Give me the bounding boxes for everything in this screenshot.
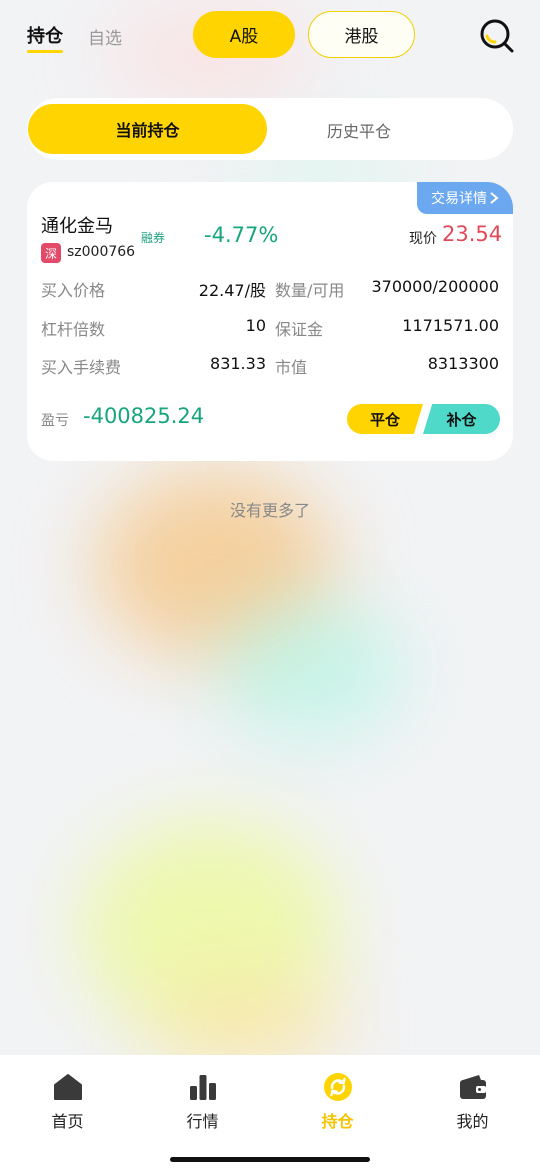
market-value-label: 市值 [275,358,308,377]
buy-price-label: 买入价格 [41,281,106,300]
tab-holdings[interactable]: 持仓 [27,22,63,53]
home-icon [53,1074,82,1100]
home-indicator [170,1157,370,1162]
stock-code: sz000766 [67,244,136,260]
buy-price-value: 22.47/股 [198,281,266,300]
market-a-share-button[interactable]: A股 [193,11,295,58]
pnl-label: 盈亏 [41,413,69,429]
wallet-icon [459,1075,486,1099]
close-position-button[interactable]: 平仓 [347,404,423,434]
segment-history-closed[interactable]: 历史平仓 [327,118,391,142]
bottom-nav: 首页 行情 持仓 我的 [0,1055,540,1170]
leverage-label: 杠杆倍数 [41,320,106,339]
quantity-label: 数量/可用 [275,281,345,300]
nav-item-home[interactable]: 首页 [0,1055,135,1145]
chevron-right-icon [490,192,499,204]
tab-watchlist[interactable]: 自选 [88,24,122,49]
buy-fee-value: 831.33 [210,354,266,373]
stock-name: 通化金马 [41,216,113,237]
market-value-value: 8313300 [427,354,499,373]
nav-item-holdings[interactable]: 持仓 [270,1055,405,1145]
trade-detail-label: 交易详情 [431,191,487,207]
exchange-badge: 深 [41,243,61,263]
nav-item-market[interactable]: 行情 [135,1055,270,1145]
end-of-list-text: 没有更多了 [229,501,310,520]
price-change-percent: -4.77% [204,223,279,247]
quantity-value: 370000/200000 [371,277,499,296]
current-price: 23.54 [442,222,503,246]
deposit-value: 1171571.00 [402,316,499,335]
segment-current-holdings[interactable]: 当前持仓 [28,104,267,154]
position-card[interactable]: 交易详情 通化金马 深 sz000766 融券 -4.77% 现价 23.54 … [27,182,513,461]
refresh-circle-icon [323,1073,352,1101]
buy-fee-label: 买入手续费 [41,358,122,377]
nav-label-mine: 我的 [456,1112,489,1131]
margin-type-tag: 融券 [141,231,166,245]
deposit-label: 保证金 [275,320,324,339]
market-hk-share-button[interactable]: 港股 [308,11,415,58]
leverage-value: 10 [245,316,266,335]
nav-item-mine[interactable]: 我的 [405,1055,540,1145]
add-position-button[interactable]: 补仓 [423,404,500,434]
holdings-segment-control: 当前持仓 历史平仓 [27,98,513,160]
nav-label-holdings: 持仓 [321,1112,354,1131]
search-icon[interactable] [478,17,516,55]
nav-label-home: 首页 [51,1112,84,1131]
current-price-label: 现价 [409,231,437,247]
bar-chart-icon [189,1075,216,1100]
top-bar: 持仓 自选 A股 港股 [0,0,540,70]
pnl-value: -400825.24 [83,404,205,428]
trade-detail-button[interactable]: 交易详情 [417,182,513,214]
nav-label-market: 行情 [186,1112,219,1131]
